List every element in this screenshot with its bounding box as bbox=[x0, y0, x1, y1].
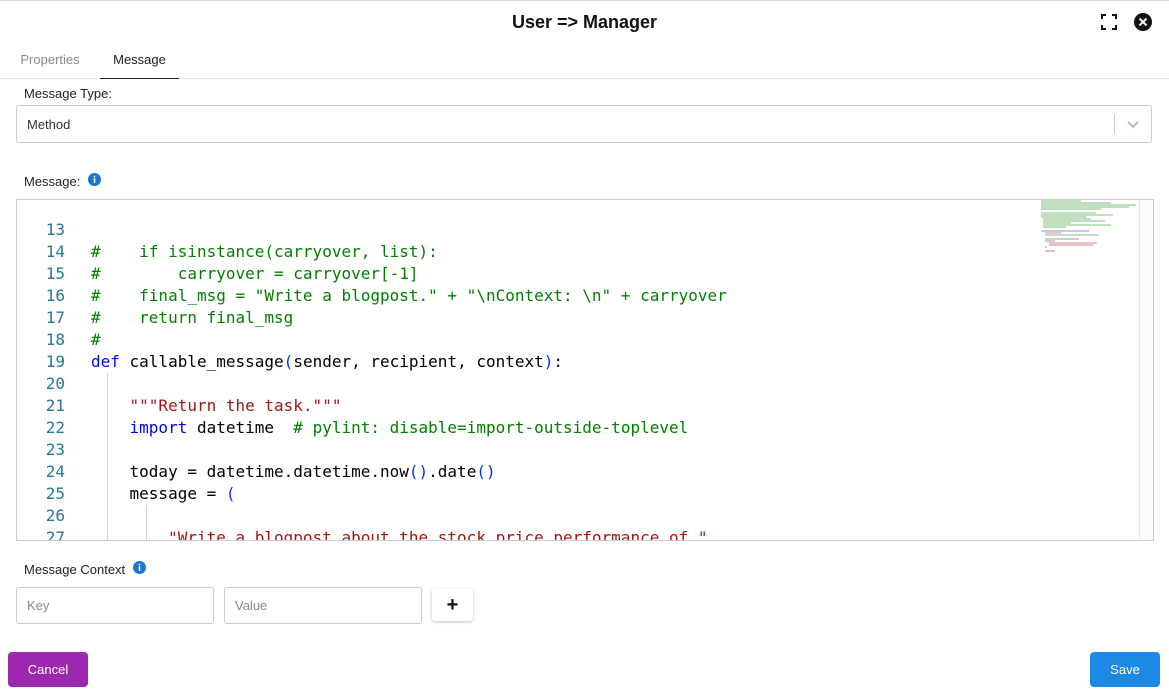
code-line: 21 bbox=[17, 373, 1037, 439]
select-separator bbox=[1114, 114, 1115, 134]
message-type-select[interactable]: Method bbox=[16, 105, 1152, 143]
message-type-value: Method bbox=[27, 117, 71, 132]
code-line: 13 # if isinstance(carryover, list): bbox=[17, 200, 1037, 261]
code-line: 22 today = datetime.datetime.now().date(… bbox=[17, 395, 1037, 481]
code-line: 27 return message bbox=[17, 505, 1037, 540]
chevron-down-icon[interactable] bbox=[1125, 116, 1141, 132]
code-line: 26 ) bbox=[17, 483, 1037, 540]
tab-properties[interactable]: Properties bbox=[0, 45, 100, 79]
message-label: Message: bbox=[24, 174, 80, 189]
context-value-input[interactable] bbox=[224, 587, 422, 624]
message-context-label: Message Context bbox=[24, 562, 126, 577]
code-lines[interactable]: 13 # if isinstance(carryover, list): 14 … bbox=[17, 200, 1139, 540]
code-line: 20 import datetime # pylint: disable=imp… bbox=[17, 351, 1037, 437]
tab-message[interactable]: Message bbox=[100, 45, 179, 79]
close-icon[interactable] bbox=[1132, 11, 1154, 33]
code-editor[interactable]: 13 # if isinstance(carryover, list): 14 … bbox=[16, 199, 1154, 541]
message-type-label: Message Type: bbox=[24, 86, 112, 101]
code-line: 15 # final_msg = "Write a blogpost." + "… bbox=[17, 241, 1037, 305]
code-line: 19 """Return the task.""" bbox=[17, 329, 1037, 415]
code-minimap[interactable] bbox=[1041, 200, 1139, 260]
fullscreen-icon[interactable] bbox=[1098, 11, 1120, 33]
message-dialog: User => Manager Properties Message Messa… bbox=[0, 0, 1169, 696]
dialog-title: User => Manager bbox=[511, 12, 658, 32]
code-line: 18 def callable_message(sender, recipien… bbox=[17, 307, 1037, 371]
code-line: 25 f"Nvidia in the past month. Today's d… bbox=[17, 461, 1037, 540]
code-line: 16 # return final_msg bbox=[17, 263, 1037, 327]
code-line: 17 # bbox=[17, 285, 1037, 349]
info-icon[interactable] bbox=[133, 561, 146, 574]
cancel-button[interactable]: Cancel bbox=[8, 652, 88, 687]
code-line: 14 # carryover = carryover[-1] bbox=[17, 219, 1037, 283]
info-icon[interactable] bbox=[88, 173, 101, 186]
plus-icon: + bbox=[446, 594, 459, 616]
context-key-input[interactable] bbox=[16, 587, 214, 624]
message-label-text: Message: bbox=[24, 174, 81, 189]
save-button[interactable]: Save bbox=[1090, 652, 1160, 687]
add-context-button[interactable]: + bbox=[432, 589, 473, 621]
tab-bar: Properties Message bbox=[0, 45, 1169, 79]
editor-scrollbar[interactable] bbox=[1139, 200, 1153, 540]
code-line: 23 message = ( bbox=[17, 417, 1037, 503]
code-line: 28 bbox=[17, 527, 1037, 540]
code-line: 24 "Write a blogpost about the stock pri… bbox=[17, 439, 1037, 540]
